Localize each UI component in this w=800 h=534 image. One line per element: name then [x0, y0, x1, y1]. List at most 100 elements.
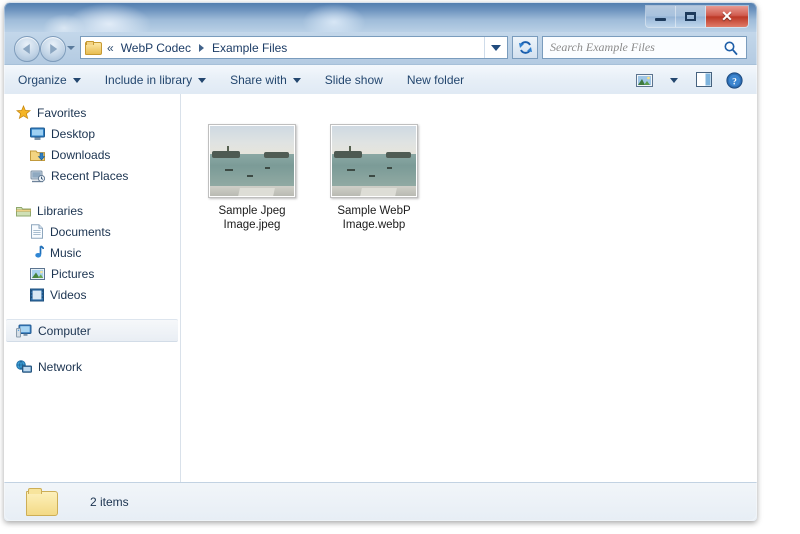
svg-text:?: ?	[732, 77, 737, 87]
toolbar-item-share-with[interactable]: Share with	[220, 68, 311, 92]
file-name-line2: Image.webp	[342, 219, 406, 231]
file-name-line1: Sample WebP	[337, 205, 411, 217]
maximize-button[interactable]	[676, 6, 706, 27]
toolbar-label: New folder	[406, 73, 465, 87]
breadcrumb-item-1[interactable]: Example Files	[210, 40, 289, 56]
title-bar[interactable]: ✕	[4, 2, 757, 32]
folder-icon	[26, 488, 60, 516]
folder-icon	[85, 41, 102, 55]
address-bar[interactable]: « WebP Codec Example Files	[80, 36, 508, 59]
breadcrumb-overflow[interactable]: «	[107, 41, 114, 55]
toolbar-item-include-in-library[interactable]: Include in library	[95, 68, 216, 92]
toolbar-item-organize[interactable]: Organize	[8, 68, 91, 92]
toolbar-label: Organize	[18, 73, 67, 87]
file-item[interactable]: Sample Jpeg Image.jpeg	[202, 124, 302, 232]
file-thumbnail[interactable]	[330, 124, 418, 198]
back-button[interactable]	[14, 36, 40, 62]
star-icon	[16, 105, 31, 120]
minimize-icon	[655, 18, 666, 21]
file-name: Sample WebP Image.webp	[324, 204, 424, 232]
forward-arrow-icon	[50, 44, 58, 54]
sidebar-item-label: Videos	[50, 287, 87, 302]
file-name-line2: Image.jpeg	[223, 219, 281, 231]
window-body: Favorites Desktop Downloads Recent Place…	[4, 94, 757, 521]
help-button[interactable]: ?	[720, 68, 748, 92]
sidebar-item-desktop[interactable]: Desktop	[4, 123, 180, 144]
desktop-icon	[30, 127, 45, 140]
help-icon: ?	[725, 71, 743, 89]
search-icon	[724, 41, 738, 56]
minimize-button[interactable]	[646, 6, 676, 27]
navigation-pane[interactable]: Favorites Desktop Downloads Recent Place…	[4, 94, 181, 483]
recent-places-icon	[30, 170, 45, 182]
sidebar-item-documents[interactable]: Documents	[4, 221, 180, 242]
file-name: Sample Jpeg Image.jpeg	[202, 204, 302, 232]
file-name-line1: Sample Jpeg	[218, 205, 286, 217]
forward-button[interactable]	[40, 36, 66, 62]
file-thumbnail[interactable]	[208, 124, 296, 198]
explorer-window: ✕ « WebP Codec Example Files Search Exam…	[4, 2, 757, 521]
chevron-right-icon[interactable]	[198, 43, 204, 52]
sidebar-item-label: Recent Places	[51, 168, 129, 183]
sidebar-item-network[interactable]: Network	[4, 356, 180, 377]
sidebar-item-videos[interactable]: Videos	[4, 284, 180, 305]
sidebar-item-label: Desktop	[51, 126, 96, 141]
toolbar-label: Share with	[230, 73, 287, 87]
window-controls: ✕	[645, 5, 749, 28]
address-dropdown-button[interactable]	[484, 37, 507, 58]
status-bar: 2 items	[4, 482, 757, 521]
back-arrow-icon	[22, 44, 30, 54]
downloads-icon	[30, 150, 45, 161]
music-icon	[35, 245, 44, 258]
sidebar-item-recent-places[interactable]: Recent Places	[4, 165, 180, 186]
toolbar-item-new-folder[interactable]: New folder	[397, 68, 474, 92]
toolbar-label: Include in library	[104, 73, 193, 87]
toolbar-right-group: ?	[630, 68, 757, 92]
sidebar-group-label: Libraries	[37, 203, 84, 218]
chevron-down-icon	[491, 44, 501, 51]
refresh-button[interactable]	[512, 36, 538, 59]
refresh-icon	[518, 41, 532, 54]
maximize-icon	[685, 12, 696, 21]
pictures-icon	[30, 267, 45, 280]
address-bar-row: « WebP Codec Example Files Search Exampl…	[4, 32, 757, 64]
sidebar-item-pictures[interactable]: Pictures	[4, 263, 180, 284]
history-dropdown-icon[interactable]	[67, 46, 75, 50]
file-item[interactable]: Sample WebP Image.webp	[324, 124, 424, 232]
sidebar-item-computer[interactable]: Computer	[6, 319, 178, 342]
sidebar-group-favorites[interactable]: Favorites	[4, 102, 180, 123]
sidebar-item-label: Documents	[50, 224, 111, 239]
preview-pane-button[interactable]	[690, 68, 718, 92]
network-icon	[16, 359, 32, 373]
file-list-pane[interactable]: Sample Jpeg Image.jpeg Sample WebP Image…	[182, 94, 757, 483]
change-view-dropdown-button[interactable]	[660, 68, 688, 92]
sidebar-item-music[interactable]: Music	[4, 242, 180, 263]
item-count-label: 2 items	[90, 495, 129, 509]
change-view-button[interactable]	[630, 68, 658, 92]
computer-icon	[16, 324, 32, 337]
sidebar-item-label: Music	[50, 245, 82, 260]
venice-lagoon-thumbnail	[210, 126, 294, 196]
sidebar-item-downloads[interactable]: Downloads	[4, 144, 180, 165]
sidebar-item-label: Pictures	[51, 266, 95, 281]
close-icon: ✕	[721, 8, 733, 24]
breadcrumb-item-0[interactable]: WebP Codec	[119, 40, 193, 56]
toolbar: Organize Include in library Share with S…	[4, 64, 757, 96]
videos-icon	[30, 288, 44, 301]
search-input[interactable]: Search Example Files	[550, 40, 655, 55]
document-icon	[31, 224, 43, 239]
sidebar-group-libraries[interactable]: Libraries	[4, 200, 180, 221]
libraries-icon	[16, 206, 31, 216]
file-grid: Sample Jpeg Image.jpeg Sample WebP Image…	[182, 94, 757, 232]
venice-lagoon-thumbnail	[332, 126, 416, 196]
sidebar-item-label: Network	[38, 359, 83, 374]
sidebar-group-label: Favorites	[37, 105, 87, 120]
toolbar-item-slide-show[interactable]: Slide show	[315, 68, 393, 92]
chevron-down-icon	[292, 77, 301, 83]
sidebar-item-label: Downloads	[51, 147, 111, 162]
preview-pane-icon	[695, 72, 712, 87]
search-box[interactable]: Search Example Files	[542, 36, 747, 59]
close-button[interactable]: ✕	[706, 6, 748, 27]
